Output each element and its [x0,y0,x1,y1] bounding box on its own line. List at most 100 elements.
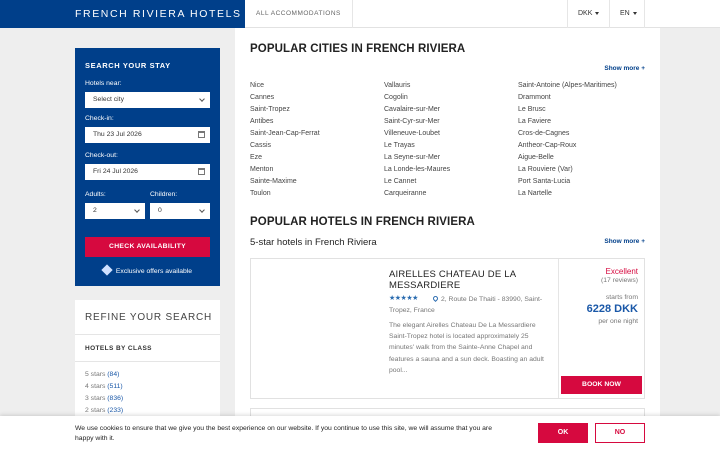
cities-show-more-link[interactable]: Show more + [604,65,645,72]
currency-dropdown[interactable]: DKK [567,0,609,28]
currency-label: DKK [578,10,593,17]
hotel-address-text: 2, Route De Thaiti - 83990, Saint-Tropez… [389,296,543,314]
city-link[interactable]: Aigue-Belle [518,154,554,161]
city-link[interactable]: Cavalaire-sur-Mer [384,106,440,113]
city-link[interactable]: La Faviere [518,118,551,125]
hotel-rating: Excellent [605,267,638,276]
exclusive-offers-text: Exclusive offers available [115,268,193,275]
price-per-night: per one night [598,318,638,325]
class-filter-4[interactable]: 4 stars (511) [85,383,123,390]
caret-down-icon [632,11,637,15]
hotel-image[interactable] [251,259,379,398]
city-link[interactable]: Port Santa-Lucia [518,178,570,185]
city-select[interactable]: Select city [85,92,210,108]
city-link[interactable]: Le Cannet [384,178,416,185]
checkout-value: Fri 24 Jul 2026 [93,168,138,175]
city-link[interactable]: Drammont [518,94,551,101]
hotels-by-class-title: HOTELS BY CLASS [85,345,152,352]
hotel-price: 6228 DKK [586,303,638,315]
popular-hotels-title: POPULAR HOTELS IN FRENCH RIVIERA [250,216,475,228]
city-link[interactable]: Cassis [250,142,271,149]
city-link[interactable]: Toulon [250,190,271,197]
class-filter-count: (511) [107,383,123,390]
site-logo[interactable]: FRENCH RIVIERA HOTELS [0,0,245,28]
divider [558,259,559,398]
city-link[interactable]: Antheor-Cap-Roux [518,142,576,149]
class-filter-label: 5 stars [85,371,106,378]
city-link[interactable]: La Londe-les-Maures [384,166,450,173]
language-label: EN [620,10,630,17]
city-link[interactable]: Saint-Tropez [250,106,290,113]
class-filter-2[interactable]: 2 stars (233) [85,407,123,414]
cookie-banner: We use cookies to ensure that we give yo… [0,416,720,450]
city-link[interactable]: Menton [250,166,273,173]
language-dropdown[interactable]: EN [609,0,645,28]
class-filter-count: (233) [107,407,124,414]
site-header: FRENCH RIVIERA HOTELS ALL ACCOMMODATIONS… [0,0,720,28]
checkout-field[interactable]: Fri 24 Jul 2026 [85,164,210,180]
refine-title: REFINE YOUR SEARCH [85,312,213,323]
city-link[interactable]: Cogolin [384,94,408,101]
check-availability-button[interactable]: CHECK AVAILABILITY [85,237,210,257]
city-link[interactable]: La Rouviere (Var) [518,166,573,173]
class-filter-label: 2 stars [85,407,106,414]
class-filter-label: 3 stars [85,395,106,402]
cookie-no-button[interactable]: NO [595,423,645,443]
city-link[interactable]: Le Brusc [518,106,546,113]
city-link[interactable]: Villeneuve-Loubet [384,130,440,137]
class-filter-label: 4 stars [85,383,106,390]
city-link[interactable]: La Seyne-sur-Mer [384,154,440,161]
adults-label: Adults: [85,191,106,198]
hotel-reviews[interactable]: (17 reviews) [561,277,638,284]
adults-select[interactable]: 2 [85,203,145,219]
book-now-button[interactable]: BOOK NOW [561,376,642,394]
checkin-value: Thu 23 Jul 2026 [93,131,142,138]
refine-panel: REFINE YOUR SEARCH HOTELS BY CLASS 5 sta… [75,300,220,420]
adults-value: 2 [93,207,97,214]
children-value: 0 [158,207,162,214]
hotel-address: 2, Route De Thaiti - 83990, Saint-Tropez… [389,294,544,316]
city-link[interactable]: Le Trayas [384,142,415,149]
city-link[interactable]: Cros-de-Cagnes [518,130,569,137]
diamond-icon [101,264,113,276]
hotels-subtitle: 5-star hotels in French Riviera [250,237,377,248]
city-link[interactable]: Antibes [250,118,273,125]
checkin-label: Check-in: [85,115,114,122]
class-filter-3[interactable]: 3 stars (836) [85,395,123,402]
cookie-text: We use cookies to ensure that we give yo… [75,425,492,442]
chevron-down-icon [199,96,205,102]
children-select[interactable]: 0 [150,203,210,219]
city-link[interactable]: Saint-Cyr-sur-Mer [384,118,440,125]
city-link[interactable]: Eze [250,154,262,161]
hotels-show-more-link[interactable]: Show more + [604,238,645,245]
calendar-icon [198,131,205,138]
chevron-down-icon [134,207,140,213]
checkout-label: Check-out: [85,152,118,159]
city-link[interactable]: Carqueiranne [384,190,426,197]
city-link[interactable]: Sainte-Maxime [250,178,297,185]
map-pin-icon [431,294,440,303]
hotel-card: AIRELLES CHATEAU DE LA MESSARDIERE ★★★★★… [250,258,645,399]
city-link[interactable]: Vallauris [384,82,410,89]
divider [75,334,220,335]
hotel-name-link[interactable]: AIRELLES CHATEAU DE LA MESSARDIERE [389,269,544,291]
hotels-near-label: Hotels near: [85,80,122,87]
class-filter-5[interactable]: 5 stars (84) [85,371,119,378]
city-link[interactable]: La Nartelle [518,190,552,197]
search-panel: SEARCH YOUR STAY Hotels near: Select cit… [75,48,220,286]
caret-down-icon [595,11,600,15]
city-link[interactable]: Saint-Antoine (Alpes-Maritimes) [518,82,617,89]
cookie-ok-button[interactable]: OK [538,423,588,443]
nav-all-accommodations[interactable]: ALL ACCOMMODATIONS [245,0,353,28]
city-link[interactable]: Saint-Jean-Cap-Ferrat [250,130,320,137]
price-starts-from: starts from [605,294,638,301]
city-link[interactable]: Nice [250,82,264,89]
city-link[interactable]: Cannes [250,94,274,101]
main-content: POPULAR CITIES IN FRENCH RIVIERA Show mo… [235,28,660,450]
divider [75,361,220,362]
class-filter-count: (836) [107,395,124,402]
class-filter-count: (84) [107,371,120,378]
calendar-icon [198,168,205,175]
checkin-field[interactable]: Thu 23 Jul 2026 [85,127,210,143]
popular-cities-title: POPULAR CITIES IN FRENCH RIVIERA [250,43,466,55]
